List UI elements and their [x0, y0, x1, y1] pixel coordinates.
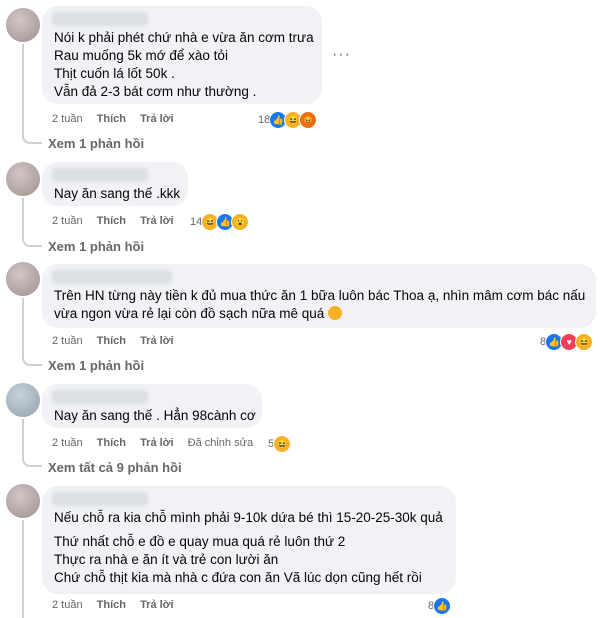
- wow-icon: 😮: [231, 213, 250, 231]
- comment-bubble: Trên HN từng này tiền k đủ mua thức ăn 1…: [42, 264, 596, 328]
- avatar[interactable]: [6, 484, 40, 518]
- avatar[interactable]: [6, 262, 40, 296]
- author-name-blurred[interactable]: [52, 12, 148, 26]
- reaction-summary[interactable]: 8 👍: [428, 597, 452, 615]
- like-button[interactable]: Thích: [97, 215, 126, 227]
- reply-button[interactable]: Trả lời: [140, 437, 174, 449]
- comment-bubble: Nếu chỗ ra kia chỗ mình phải 9-10k dứa b…: [42, 486, 456, 594]
- like-button[interactable]: Thích: [97, 599, 126, 611]
- like-button[interactable]: Thích: [97, 335, 126, 347]
- thread-line: [22, 520, 24, 618]
- timestamp[interactable]: 2 tuần: [52, 335, 83, 347]
- comment-actions: 2 tuần Thích Trả lời: [52, 335, 185, 347]
- author-name-blurred[interactable]: [52, 270, 172, 284]
- like-icon: 👍: [433, 597, 452, 615]
- comment-actions: 2 tuần Thích Trả lời: [52, 215, 185, 227]
- comment-line: Vẫn đả 2-3 bát cơm như thường .: [54, 84, 257, 99]
- comment-line: Chứ chỗ thịt kia mà nhà c đứa con ăn Vã …: [54, 570, 422, 585]
- angry-icon: 😡: [299, 111, 318, 129]
- view-replies-link[interactable]: Xem tất cả 9 phản hồi: [48, 460, 182, 475]
- thread-line: [22, 419, 24, 459]
- avatar[interactable]: [6, 162, 40, 196]
- avatar[interactable]: [6, 383, 40, 417]
- comment-line: Nói k phải phét chứ nhà e vừa ăn cơm trư…: [54, 30, 314, 45]
- reaction-summary[interactable]: 8 👍 ♥ 😆: [540, 333, 594, 351]
- timestamp[interactable]: 2 tuần: [52, 599, 83, 611]
- comment-line: Thực ra nhà e ăn ít và trẻ con lười ăn: [54, 552, 279, 567]
- reaction-summary[interactable]: 14 😆 👍 😮: [190, 213, 250, 231]
- comment-line: Trên HN từng này tiền k đủ mua thức ăn 1…: [54, 288, 586, 303]
- view-replies-link[interactable]: Xem 1 phản hồi: [48, 136, 144, 151]
- reply-button[interactable]: Trả lời: [140, 335, 174, 347]
- comment-actions: 2 tuần Thích Trả lời Đã chỉnh sửa: [52, 437, 264, 449]
- comment-line: Nay ăn sang thế . Hẳn 98cành cơ: [54, 408, 256, 423]
- timestamp[interactable]: 2 tuần: [52, 113, 83, 125]
- comment-line: Thịt cuốn lá lốt 50k .: [54, 66, 175, 81]
- author-name-blurred[interactable]: [52, 492, 148, 506]
- avatar[interactable]: [6, 8, 40, 42]
- edited-label: Đã chỉnh sửa: [187, 437, 254, 449]
- thread-line: [22, 44, 24, 136]
- timestamp[interactable]: 2 tuần: [52, 215, 83, 227]
- reply-button[interactable]: Trả lời: [140, 215, 174, 227]
- reply-button[interactable]: Trả lời: [140, 113, 174, 125]
- reaction-summary[interactable]: 18 👍 😆 😡: [258, 111, 318, 129]
- author-name-blurred[interactable]: [52, 168, 148, 182]
- reaction-summary[interactable]: 5 😆: [268, 435, 292, 453]
- comment-actions: 2 tuần Thích Trả lời: [52, 599, 185, 611]
- view-replies-link[interactable]: Xem 1 phản hồi: [48, 239, 144, 254]
- thread-connector: [22, 132, 42, 144]
- thread-connector: [22, 235, 42, 247]
- like-button[interactable]: Thích: [97, 437, 126, 449]
- timestamp[interactable]: 2 tuần: [52, 437, 83, 449]
- comment-line: Thứ nhất chỗ e đồ e quay mua quá rẻ luôn…: [54, 534, 346, 549]
- thread-connector: [22, 354, 42, 366]
- more-options-button[interactable]: ···: [332, 46, 351, 64]
- emoji-icon: [328, 306, 343, 320]
- comment-bubble: Nay ăn sang thế .kkk: [42, 162, 188, 206]
- view-replies-link[interactable]: Xem 1 phản hồi: [48, 358, 144, 373]
- comment-line-text: vừa ngon vừa rẻ lại còn đồ sạch nữa mê q…: [54, 306, 325, 321]
- comment-line: Nay ăn sang thế .kkk: [54, 186, 181, 201]
- reply-button[interactable]: Trả lời: [140, 599, 174, 611]
- comment-line: Rau muống 5k mớ để xào tỏi: [54, 48, 228, 63]
- thread-line: [22, 298, 24, 358]
- comment-line: Nếu chỗ ra kia chỗ mình phải 9-10k dứa b…: [54, 510, 443, 525]
- haha-icon: 😆: [575, 333, 594, 351]
- thread-connector: [22, 455, 42, 467]
- like-button[interactable]: Thích: [97, 113, 126, 125]
- thread-line: [22, 198, 24, 238]
- comment-bubble: Nay ăn sang thế . Hẳn 98cành cơ: [42, 384, 262, 428]
- comment-bubble: Nói k phải phét chứ nhà e vừa ăn cơm trư…: [42, 6, 322, 104]
- haha-icon: 😆: [273, 435, 292, 453]
- comment-line: vừa ngon vừa rẻ lại còn đồ sạch nữa mê q…: [54, 304, 343, 324]
- comment-actions: 2 tuần Thích Trả lời: [52, 113, 185, 125]
- author-name-blurred[interactable]: [52, 390, 148, 404]
